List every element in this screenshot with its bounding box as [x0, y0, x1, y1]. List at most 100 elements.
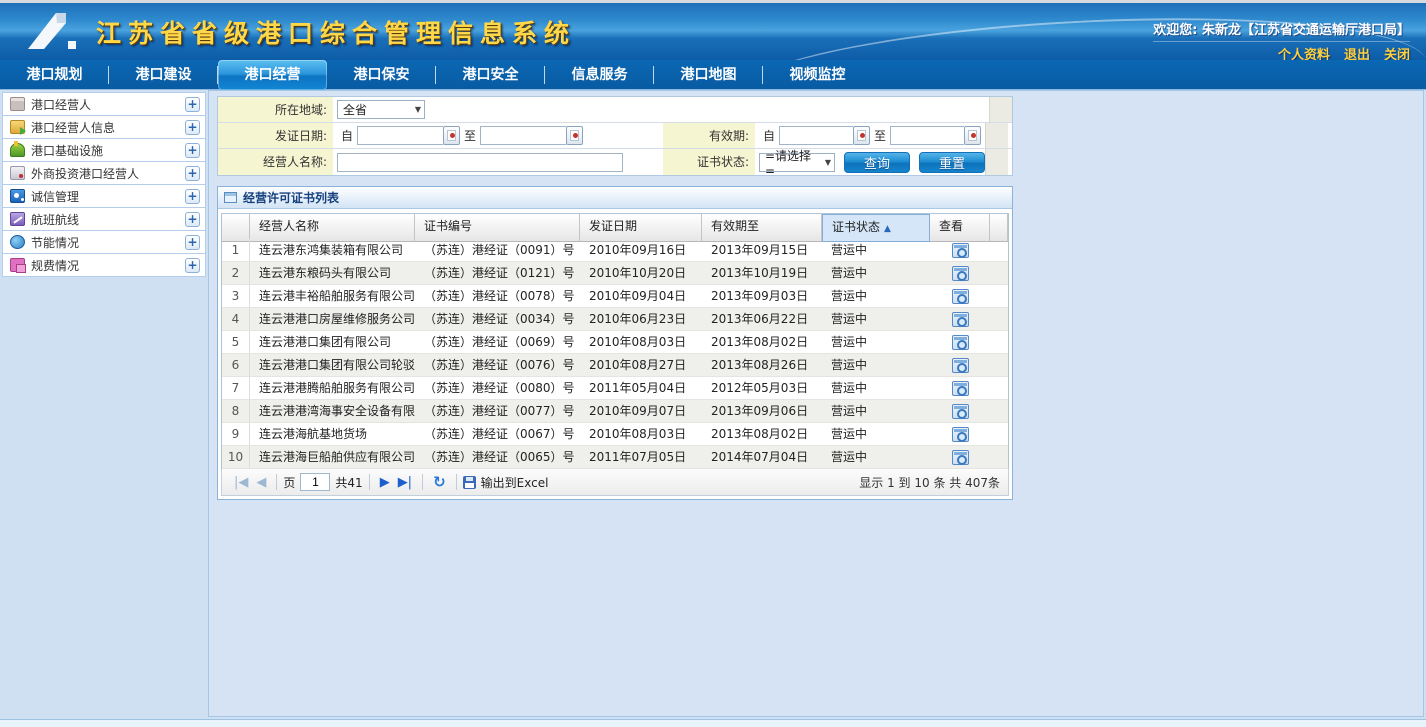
- table-row[interactable]: 10连云港海巨船舶供应有限公司（苏连）港经证（0065）号2011年07月05日…: [222, 446, 1008, 469]
- header-link[interactable]: 退出: [1344, 48, 1370, 60]
- nav-tab[interactable]: 港口地图: [654, 60, 763, 90]
- sidebar-item[interactable]: 港口基础设施+: [2, 139, 206, 162]
- view-detail-icon[interactable]: [952, 381, 969, 396]
- page-number-input[interactable]: [300, 473, 330, 491]
- valid-until-cell: 2013年09月06日: [702, 400, 822, 423]
- issue-date-cell: 2011年05月04日: [580, 377, 702, 400]
- panel-title: 经营许可证书列表: [243, 189, 339, 206]
- column-header[interactable]: 查看: [930, 214, 990, 242]
- nav-tab[interactable]: 港口安全: [436, 60, 545, 90]
- nav-tab[interactable]: 港口建设: [109, 60, 218, 90]
- sidebar-item[interactable]: 规费情况+: [2, 254, 206, 277]
- cert-number-cell: （苏连）港经证（0076）号: [415, 354, 580, 377]
- view-cell: [930, 377, 990, 400]
- table-row[interactable]: 6连云港港口集团有限公司轮驳...（苏连）港经证（0076）号2010年08月2…: [222, 354, 1008, 377]
- calendar-icon[interactable]: [964, 126, 981, 145]
- search-form: 所在地域: 全省 ▼ 发证日期: 自 至: [217, 96, 1013, 176]
- expand-plus-icon[interactable]: +: [185, 120, 200, 135]
- nav-tab[interactable]: 港口经营: [218, 60, 327, 90]
- content-wrapper: 港口经营人+港口经营人信息+港口基础设施+外商投资港口经营人+诚信管理+航班航线…: [0, 90, 1426, 717]
- column-header[interactable]: 经营人名称: [250, 214, 415, 242]
- operator-name-cell: 连云港港腾船舶服务有限公司: [250, 377, 415, 400]
- nav-tab[interactable]: 港口保安: [327, 60, 436, 90]
- sidebar-item[interactable]: 航班航线 +: [2, 208, 206, 231]
- column-header[interactable]: 有效期至: [702, 214, 822, 242]
- main-panel: 所在地域: 全省 ▼ 发证日期: 自 至: [208, 90, 1424, 717]
- view-detail-icon[interactable]: [952, 289, 969, 304]
- expand-plus-icon[interactable]: +: [185, 97, 200, 112]
- view-cell: [930, 331, 990, 354]
- expand-plus-icon[interactable]: +: [185, 258, 200, 273]
- reset-button[interactable]: 重置: [919, 152, 985, 173]
- sidebar-item[interactable]: 港口经营人信息+: [2, 116, 206, 139]
- sidebar-item[interactable]: 港口经营人+: [2, 93, 206, 116]
- column-header[interactable]: 证书编号: [415, 214, 580, 242]
- expand-plus-icon[interactable]: +: [185, 143, 200, 158]
- calendar-icon[interactable]: [443, 126, 460, 145]
- operator-name-input[interactable]: [337, 153, 623, 172]
- expand-plus-icon[interactable]: +: [185, 166, 200, 181]
- pager-divider: [369, 474, 370, 490]
- nav-tab[interactable]: 港口规划: [0, 60, 109, 90]
- view-detail-icon[interactable]: [952, 266, 969, 281]
- issue-date-cell: 2010年09月16日: [580, 239, 702, 262]
- issue-date-from-input[interactable]: [357, 126, 443, 145]
- operator-name-cell: 连云港海巨船舶供应有限公司: [250, 446, 415, 469]
- filler-cell: [985, 149, 1008, 175]
- cert-status-select[interactable]: =请选择= ▼: [759, 153, 835, 172]
- cert-status-cell: 营运中: [822, 354, 930, 377]
- query-button[interactable]: 查询: [844, 152, 910, 173]
- row-number: 10: [222, 446, 250, 469]
- expand-plus-icon[interactable]: +: [185, 235, 200, 250]
- total-pages-label: 共41: [335, 474, 362, 491]
- table-row[interactable]: 3连云港丰裕船舶服务有限公司（苏连）港经证（0078）号2010年09月04日2…: [222, 285, 1008, 308]
- sidebar-item[interactable]: 节能情况+: [2, 231, 206, 254]
- sidebar-item-label: 航班航线: [31, 211, 79, 228]
- valid-until-cell: 2013年10月19日: [702, 262, 822, 285]
- nav-tab[interactable]: 视频监控: [763, 60, 872, 90]
- refresh-icon[interactable]: ↻: [433, 473, 446, 491]
- table-row[interactable]: 2连云港东粮码头有限公司（苏连）港经证（0121）号2010年10月20日201…: [222, 262, 1008, 285]
- issue-date-to-input[interactable]: [480, 126, 566, 145]
- column-header[interactable]: 发证日期: [580, 214, 702, 242]
- row-number: 9: [222, 423, 250, 446]
- view-detail-icon[interactable]: [952, 312, 969, 327]
- view-detail-icon[interactable]: [952, 427, 969, 442]
- calendar-icon[interactable]: [853, 126, 870, 145]
- view-detail-icon[interactable]: [952, 450, 969, 465]
- cert-status-cell: 营运中: [822, 446, 930, 469]
- first-page-icon[interactable]: |◀: [234, 475, 248, 490]
- filler-cell: [989, 97, 1012, 122]
- table-row[interactable]: 5连云港港口集团有限公司（苏连）港经证（0069）号2010年08月03日201…: [222, 331, 1008, 354]
- view-detail-icon[interactable]: [952, 404, 969, 419]
- calendar-icon[interactable]: [566, 126, 583, 145]
- table-row[interactable]: 7连云港港腾船舶服务有限公司（苏连）港经证（0080）号2011年05月04日2…: [222, 377, 1008, 400]
- table-row[interactable]: 9连云港海航基地货场（苏连）港经证（0067）号2010年08月03日2013年…: [222, 423, 1008, 446]
- header-link[interactable]: 个人资料: [1278, 48, 1330, 60]
- sidebar-item[interactable]: 诚信管理+: [2, 185, 206, 208]
- issue-date-cell: 2010年08月03日: [580, 423, 702, 446]
- export-excel-button[interactable]: 输出到Excel: [463, 474, 549, 491]
- expand-plus-icon[interactable]: +: [185, 189, 200, 204]
- sidebar-item[interactable]: 外商投资港口经营人+: [2, 162, 206, 185]
- region-select[interactable]: 全省 ▼: [337, 100, 425, 119]
- view-detail-icon[interactable]: [952, 335, 969, 350]
- operator-name-cell: 连云港海航基地货场: [250, 423, 415, 446]
- table-row[interactable]: 8连云港港湾海事安全设备有限...（苏连）港经证（0077）号2010年09月0…: [222, 400, 1008, 423]
- nav-tab[interactable]: 信息服务: [545, 60, 654, 90]
- header-link[interactable]: 关闭: [1384, 48, 1410, 60]
- prev-page-icon[interactable]: ◀: [256, 475, 266, 490]
- next-page-icon[interactable]: ▶: [380, 475, 390, 490]
- operator-name-cell: 连云港港口集团有限公司轮驳...: [250, 354, 415, 377]
- table-row[interactable]: 4连云港港口房屋维修服务公司（苏连）港经证（0034）号2010年06月23日2…: [222, 308, 1008, 331]
- view-detail-icon[interactable]: [952, 243, 969, 258]
- table-row[interactable]: 1连云港东鸿集装箱有限公司（苏连）港经证（0091）号2010年09月16日20…: [222, 239, 1008, 262]
- view-detail-icon[interactable]: [952, 358, 969, 373]
- column-header[interactable]: 证书状态▲: [822, 214, 930, 242]
- expand-plus-icon[interactable]: +: [185, 212, 200, 227]
- validity-to-input[interactable]: [890, 126, 964, 145]
- validity-from-input[interactable]: [779, 126, 853, 145]
- row-number: 8: [222, 400, 250, 423]
- document-icon: [10, 166, 25, 180]
- last-page-icon[interactable]: ▶|: [398, 475, 412, 490]
